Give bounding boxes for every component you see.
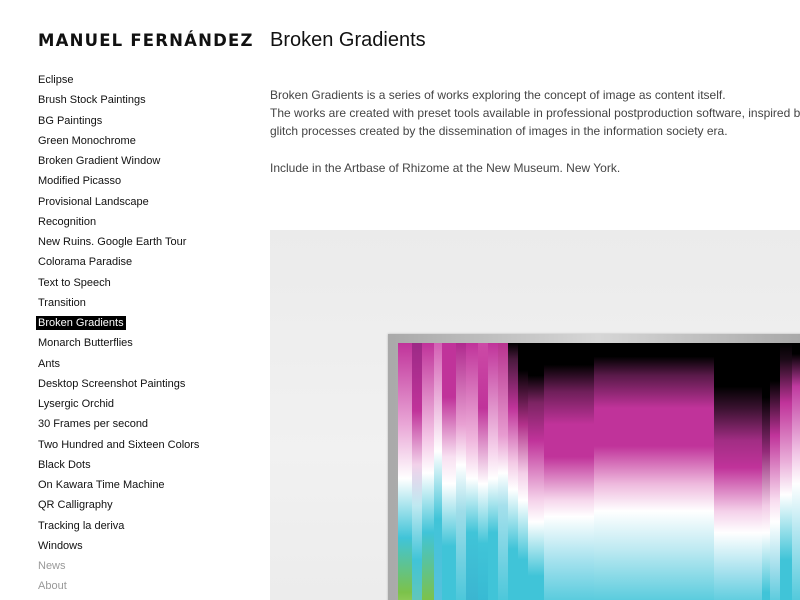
- sidebar-item-broken-gradient-window[interactable]: Broken Gradient Window: [38, 151, 201, 171]
- gradient-band: [456, 343, 466, 600]
- sidebar-item-tracking-la-deriva[interactable]: Tracking la deriva: [38, 516, 201, 536]
- sidebar-item-label: New Ruins. Google Earth Tour: [38, 236, 187, 248]
- gradient-band: [544, 343, 594, 600]
- gradient-band: [488, 343, 498, 600]
- sidebar-item-on-kawara-time-machine[interactable]: On Kawara Time Machine: [38, 475, 201, 495]
- gradient-band: [518, 343, 528, 600]
- sidebar-item-provisional-landscape[interactable]: Provisional Landscape: [38, 192, 201, 212]
- gradient-band: [508, 343, 518, 600]
- gradient-band: [398, 343, 412, 600]
- sidebar-item-modified-picasso[interactable]: Modified Picasso: [38, 171, 201, 191]
- artwork-panel: [270, 230, 800, 600]
- artwork-frame: [388, 334, 800, 600]
- sidebar-item-label: Black Dots: [38, 458, 91, 471]
- description-line: glitch processes created by the dissemin…: [270, 124, 728, 139]
- sidebar-item-label: Ants: [38, 357, 61, 370]
- sidebar-item-windows[interactable]: Windows: [38, 536, 201, 556]
- gradient-band: [442, 343, 456, 600]
- gradient-band: [498, 343, 508, 600]
- page: MANUEL FERNÁNDEZ Eclipse Brush Stock Pain…: [0, 0, 800, 600]
- description: Broken Gradients is a series of works ex…: [270, 86, 800, 177]
- sidebar-item-label: Provisional Landscape: [38, 195, 149, 208]
- gradient-band: [478, 343, 488, 600]
- sidebar-item-news[interactable]: News: [38, 556, 201, 576]
- sidebar-nav: Eclipse Brush Stock Paintings BG Paintings…: [36, 70, 201, 597]
- sidebar-item-label: Recognition: [38, 215, 97, 228]
- site-title[interactable]: MANUEL FERNÁNDEZ: [38, 31, 254, 50]
- sidebar-item-green-monochrome[interactable]: Green Monochrome: [38, 131, 201, 151]
- sidebar-item-label: Text to Speech: [38, 276, 111, 289]
- sidebar-item-label: Lysergic Orchid: [38, 398, 115, 410]
- sidebar-item-label: On Kawara Time Machine: [38, 479, 165, 491]
- sidebar-item-label: Green Monochrome: [38, 134, 136, 147]
- page-title: Broken Gradients: [270, 29, 426, 51]
- sidebar-item-label: Modified Picasso: [38, 175, 122, 188]
- sidebar-item-label: Eclipse: [38, 74, 74, 86]
- sidebar-item-lysergic-orchid[interactable]: Lysergic Orchid: [38, 394, 201, 414]
- sidebar-item-bg-paintings[interactable]: BG Paintings: [38, 111, 201, 131]
- sidebar-item-desktop-screenshot-paintings[interactable]: Desktop Screenshot Paintings: [38, 374, 201, 394]
- sidebar-item-eclipse[interactable]: Eclipse: [38, 70, 201, 90]
- sidebar-item-label: Two Hundred and Sixteen Colors: [38, 438, 200, 451]
- exhibition-note: Include in the Artbase of Rhizome at the…: [270, 160, 621, 175]
- sidebar-item-30-frames-per-second[interactable]: 30 Frames per second: [38, 414, 201, 434]
- sidebar-item-about[interactable]: About: [38, 576, 201, 596]
- sidebar-item-label: Colorama Paradise: [38, 256, 133, 269]
- gradient-band: [714, 343, 762, 600]
- gradient-band: [594, 343, 714, 600]
- description-line: The works are created with preset tools …: [270, 106, 800, 121]
- gradient-band: [422, 343, 434, 600]
- sidebar-item-text-to-speech[interactable]: Text to Speech: [38, 273, 201, 293]
- sidebar-item-label: Transition: [38, 296, 86, 309]
- sidebar-item-label: Tracking la deriva: [38, 519, 125, 532]
- sidebar-item-label: BG Paintings: [38, 114, 103, 127]
- sidebar-item-label: About: [38, 580, 67, 593]
- sidebar-item-broken-gradients[interactable]: Broken Gradients: [36, 313, 201, 333]
- sidebar-item-ants[interactable]: Ants: [38, 354, 201, 374]
- sidebar-item-label: Broken Gradients: [36, 316, 126, 330]
- sidebar-item-qr-calligraphy[interactable]: QR Calligraphy: [38, 495, 201, 515]
- sidebar-item-label: News: [38, 560, 66, 572]
- sidebar-item-label: Broken Gradient Window: [38, 155, 161, 167]
- gradient-band: [528, 343, 544, 600]
- gradient-band: [466, 343, 478, 600]
- sidebar-item-monarch-butterflies[interactable]: Monarch Butterflies: [38, 333, 201, 353]
- description-line: Broken Gradients is a series of works ex…: [270, 88, 726, 102]
- gradient-band: [792, 343, 800, 600]
- sidebar-item-recognition[interactable]: Recognition: [38, 212, 201, 232]
- sidebar-item-label: 30 Frames per second: [38, 418, 149, 431]
- sidebar-item-two-hundred-and-sixteen-colors[interactable]: Two Hundred and Sixteen Colors: [38, 435, 201, 455]
- gradient-band: [412, 343, 422, 600]
- sidebar-item-transition[interactable]: Transition: [38, 293, 201, 313]
- sidebar-item-black-dots[interactable]: Black Dots: [38, 455, 201, 475]
- sidebar-item-label: Brush Stock Paintings: [38, 94, 146, 107]
- sidebar-item-label: Desktop Screenshot Paintings: [38, 377, 186, 390]
- sidebar-item-colorama-paradise[interactable]: Colorama Paradise: [38, 252, 201, 272]
- gradient-band: [770, 343, 780, 600]
- sidebar-item-label: QR Calligraphy: [38, 499, 113, 512]
- sidebar-item-brush-stock-paintings[interactable]: Brush Stock Paintings: [38, 90, 201, 110]
- gradient-band: [434, 343, 442, 600]
- sidebar-item-label: Windows: [38, 539, 83, 552]
- gradient-band: [762, 343, 770, 600]
- artwork-image[interactable]: [398, 343, 800, 600]
- gradient-band: [780, 343, 792, 600]
- sidebar-item-label: Monarch Butterflies: [38, 337, 133, 350]
- sidebar-item-new-ruins-google-earth-tour[interactable]: New Ruins. Google Earth Tour: [38, 232, 201, 252]
